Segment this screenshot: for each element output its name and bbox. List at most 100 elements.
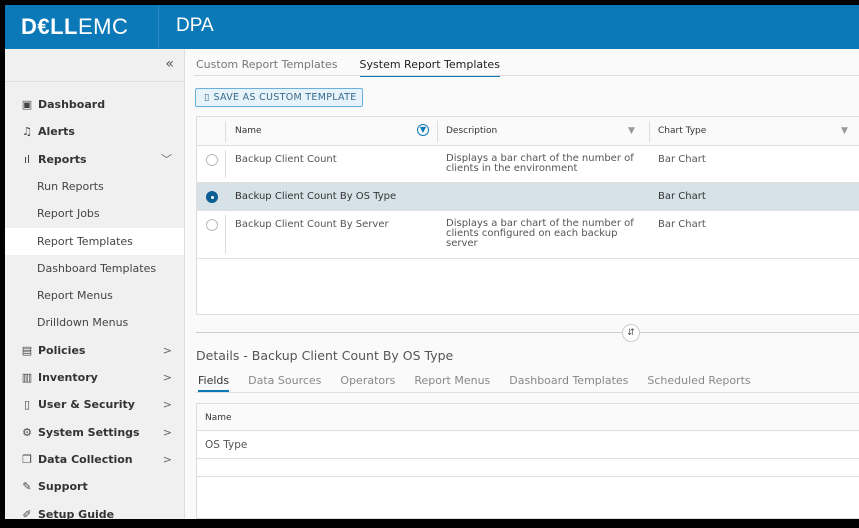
row-description: Displays a bar chart of the number of cl…	[446, 218, 634, 249]
divider	[225, 150, 226, 178]
chevron-down-icon[interactable]: ﹀	[161, 151, 172, 167]
tab-operators[interactable]: Operators	[340, 374, 395, 392]
system-settings-icon: ⚙	[22, 425, 32, 439]
sidebar-item-label: Drilldown Menus	[37, 316, 129, 330]
column-header-chart-type[interactable]: Chart Type	[658, 126, 706, 136]
tab-fields[interactable]: Fields	[198, 374, 230, 392]
tab-report-menus[interactable]: Report Menus	[414, 374, 490, 392]
chevron-right-icon[interactable]: >	[163, 453, 172, 466]
copy-icon: ▯	[204, 92, 210, 103]
row-chart-type: Bar Chart	[658, 219, 706, 230]
divider	[437, 121, 438, 142]
main-content: Custom Report Templates System Report Te…	[186, 49, 859, 519]
header-divider	[158, 5, 159, 49]
reports-icon: ıl	[23, 152, 31, 166]
sidebar-item-label: Reports	[38, 152, 87, 166]
row-radio[interactable]	[206, 154, 218, 166]
save-as-custom-template-button[interactable]: ▯ SAVE AS CUSTOM TEMPLATE	[195, 88, 363, 107]
sidebar-item-alerts[interactable]: ♫ Alerts	[5, 118, 184, 145]
filter-active-icon[interactable]: ▼	[417, 124, 429, 136]
sidebar-item-policies[interactable]: ▤ Policies >	[5, 337, 184, 364]
logo-dell: D€LL	[21, 14, 78, 39]
row-chart-type: Bar Chart	[658, 154, 706, 165]
table-row[interactable]: Backup Client Count By Server Displays a…	[197, 211, 859, 259]
sidebar-item-report-menus[interactable]: Report Menus	[5, 282, 184, 309]
logo-emc: EMC	[78, 14, 129, 39]
divider	[225, 121, 226, 142]
sidebar-item-dashboard[interactable]: ▣ Dashboard	[5, 91, 184, 118]
table-header: Name ▼ Description ▼ Chart Type ▼	[197, 117, 859, 146]
tab-data-sources[interactable]: Data Sources	[248, 374, 321, 392]
sidebar-item-label: Alerts	[38, 125, 75, 139]
sidebar-item-inventory[interactable]: ▥ Inventory >	[5, 364, 184, 391]
alerts-icon: ♫	[22, 125, 32, 139]
sidebar-item-run-reports[interactable]: Run Reports	[5, 173, 184, 200]
product-name: DPA	[176, 15, 214, 36]
resize-splitter-icon[interactable]: ⇵	[622, 324, 640, 342]
row-description: Displays a bar chart of the number of cl…	[446, 153, 634, 174]
row-name: Backup Client Count By Server	[235, 219, 389, 230]
sidebar-item-report-templates[interactable]: Report Templates	[5, 227, 184, 255]
sidebar-item-label: Report Templates	[37, 234, 133, 248]
chevron-right-icon[interactable]: >	[163, 426, 172, 439]
sidebar-item-label: Report Jobs	[37, 207, 100, 221]
sidebar-item-dashboard-templates[interactable]: Dashboard Templates	[5, 255, 184, 282]
sidebar-item-label: Report Menus	[37, 289, 113, 303]
fields-table: Name OS Type	[196, 403, 859, 519]
sidebar-item-label: Dashboard Templates	[37, 261, 157, 275]
row-name: Backup Client Count By OS Type	[235, 191, 397, 202]
divider	[649, 121, 650, 142]
support-icon: ✎	[22, 480, 32, 494]
data-collection-icon: ❐	[22, 452, 32, 466]
filter-icon[interactable]: ▼	[628, 126, 635, 136]
table-row-selected[interactable]: Backup Client Count By OS Type Bar Chart	[197, 183, 859, 211]
divider	[5, 81, 184, 82]
chevron-right-icon[interactable]: >	[163, 398, 172, 411]
sidebar-item-label: Policies	[38, 343, 86, 357]
column-header-name[interactable]: Name	[197, 404, 859, 431]
app-window: D€LLEMC DPA « ▣ Dashboard ♫ Alerts ıl Reports…	[5, 5, 859, 521]
details-tabs: Fields Data Sources Operators Report Men…	[198, 374, 751, 392]
filter-icon[interactable]: ▼	[841, 126, 848, 136]
divider	[194, 75, 859, 76]
tab-scheduled-reports[interactable]: Scheduled Reports	[647, 374, 750, 392]
tab-dashboard-templates[interactable]: Dashboard Templates	[509, 374, 628, 392]
templates-table: Name ▼ Description ▼ Chart Type ▼ Backup…	[196, 116, 859, 315]
details-title: Details - Backup Client Count By OS Type	[196, 348, 454, 363]
row-radio-checked[interactable]	[206, 191, 218, 203]
column-header-description[interactable]: Description	[446, 126, 497, 136]
sidebar-item-label: System Settings	[38, 425, 140, 439]
pane-divider	[196, 332, 859, 333]
empty-row	[197, 459, 859, 477]
dell-emc-logo[interactable]: D€LLEMC	[21, 14, 128, 40]
sidebar-item-report-jobs[interactable]: Report Jobs	[5, 200, 184, 227]
sidebar-item-support[interactable]: ✎ Support	[5, 473, 184, 500]
sidebar-item-data-collection[interactable]: ❐ Data Collection >	[5, 446, 184, 473]
row-chart-type: Bar Chart	[658, 191, 706, 202]
user-security-icon: ▯	[23, 398, 31, 412]
sidebar-item-reports[interactable]: ıl Reports ﹀	[5, 146, 184, 173]
sidebar-item-label: Dashboard	[38, 98, 106, 111]
sidebar-item-label: Inventory	[38, 371, 98, 384]
field-row[interactable]: OS Type	[197, 431, 859, 459]
sidebar-item-label: Support	[38, 480, 88, 494]
sidebar-item-drilldown-menus[interactable]: Drilldown Menus	[5, 309, 184, 336]
top-header: D€LLEMC DPA	[5, 5, 859, 49]
divider	[225, 215, 226, 254]
save-button-label: SAVE AS CUSTOM TEMPLATE	[213, 92, 357, 103]
column-header-name[interactable]: Name	[235, 126, 262, 136]
sidebar: « ▣ Dashboard ♫ Alerts ıl Reports ﹀ Run Reports…	[5, 49, 185, 521]
collapse-sidebar-icon[interactable]: «	[165, 56, 174, 72]
sidebar-item-label: User & Security	[38, 398, 135, 412]
table-row[interactable]: Backup Client Count Displays a bar chart…	[197, 146, 859, 183]
sidebar-item-label: Run Reports	[37, 179, 104, 193]
row-radio[interactable]	[206, 219, 218, 231]
inventory-icon: ▥	[21, 371, 33, 384]
sidebar-item-setup-guide[interactable]: ✐ Setup Guide	[5, 501, 184, 528]
chevron-right-icon[interactable]: >	[163, 344, 172, 357]
sidebar-item-user-security[interactable]: ▯ User & Security >	[5, 391, 184, 418]
chevron-right-icon[interactable]: >	[163, 371, 172, 384]
sidebar-item-system-settings[interactable]: ⚙ System Settings >	[5, 419, 184, 446]
row-name: Backup Client Count	[235, 154, 337, 165]
divider	[225, 187, 226, 206]
